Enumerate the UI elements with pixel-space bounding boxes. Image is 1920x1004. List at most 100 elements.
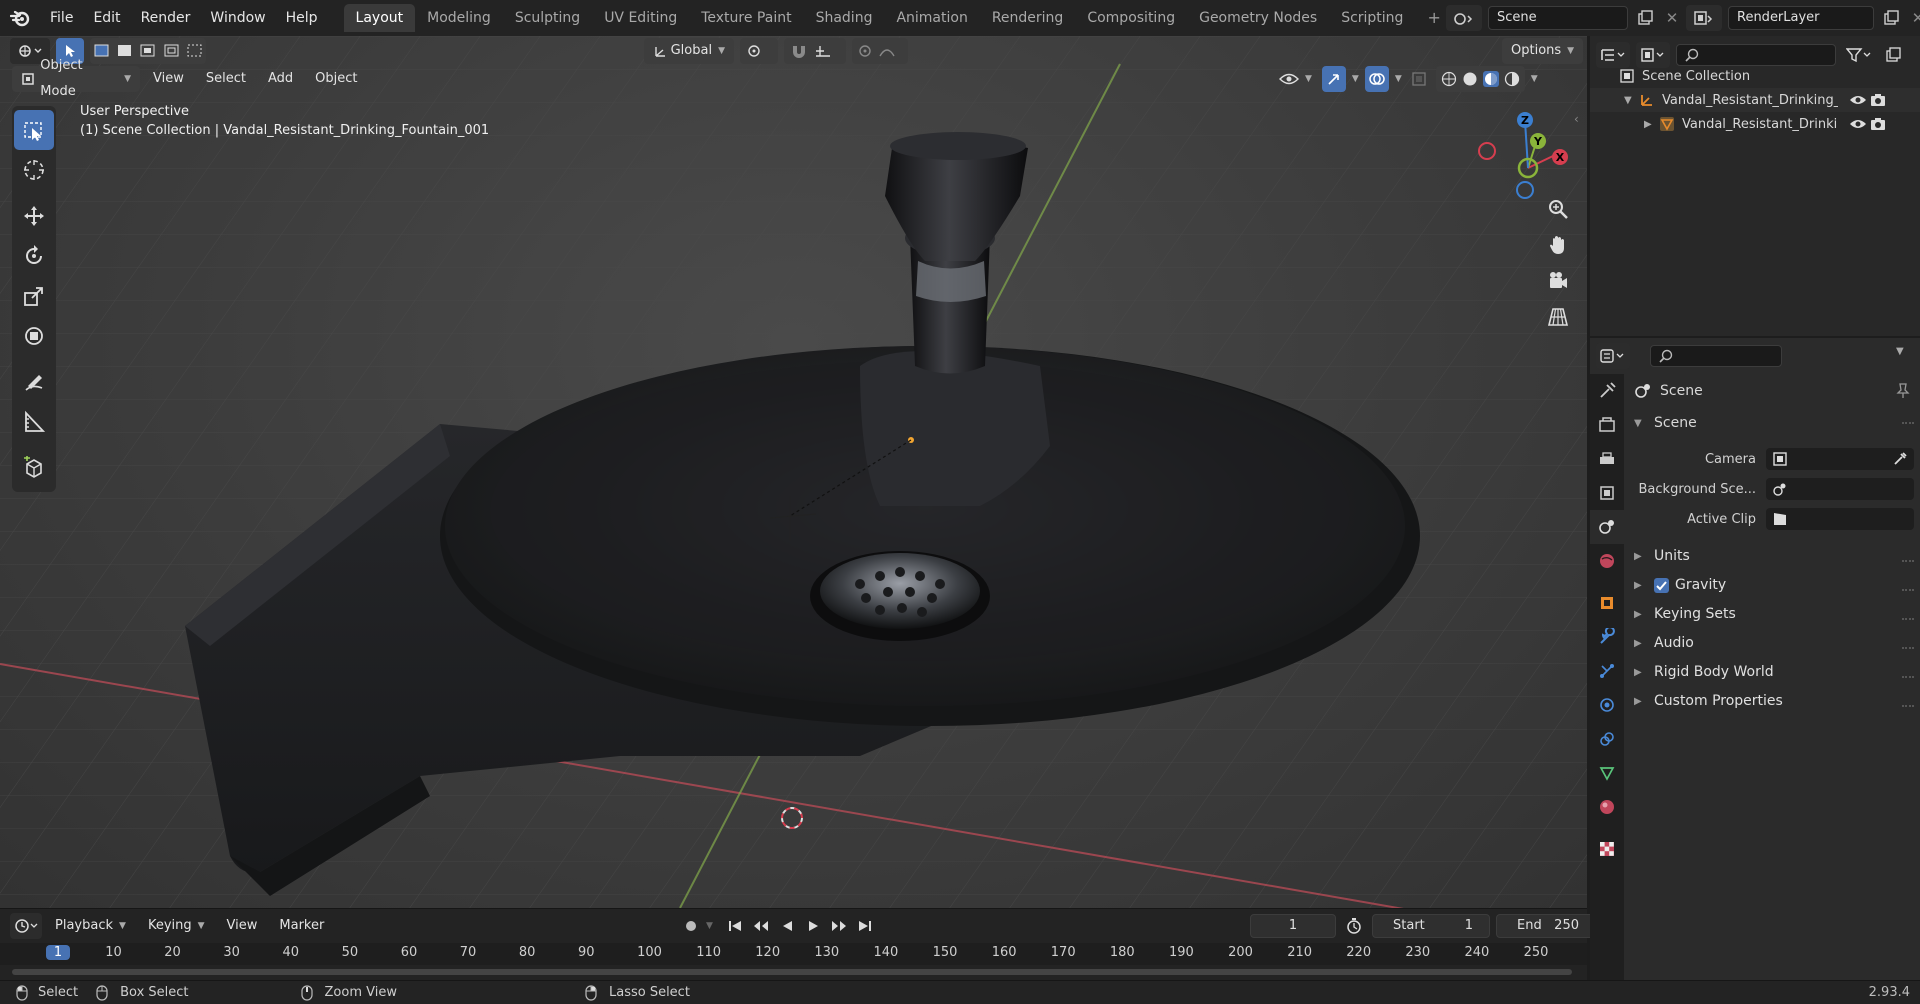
scene-selector-icon[interactable] <box>1446 5 1482 31</box>
tab-texture[interactable] <box>1590 832 1624 866</box>
transform-orientation-dropdown[interactable]: Global ▼ <box>644 38 734 64</box>
pan-view-button[interactable] <box>1543 230 1573 260</box>
panel-drag-grip[interactable] <box>1902 647 1914 653</box>
tab-sculpting[interactable]: Sculpting <box>503 4 592 32</box>
section-units[interactable]: ▶ Units <box>1634 548 1690 564</box>
add-menu[interactable]: Add <box>259 66 302 92</box>
timeline-editor-type[interactable] <box>10 913 42 939</box>
outliner-search-input[interactable] <box>1676 44 1836 66</box>
3d-viewport[interactable]: Global ▼ Options ▼ Object Mode ▼ View Se… <box>0 36 1587 908</box>
outliner-root-row[interactable]: Scene Collection <box>1590 64 1920 88</box>
gravity-checkbox[interactable] <box>1654 577 1669 593</box>
section-custom-properties[interactable]: ▶ Custom Properties <box>1634 693 1783 709</box>
render-camera-icon[interactable] <box>1868 93 1888 107</box>
tab-object[interactable] <box>1590 586 1624 620</box>
material-preview-shading-icon[interactable] <box>1482 71 1499 87</box>
view-menu[interactable]: View <box>144 66 193 92</box>
snapping-controls[interactable] <box>784 38 846 64</box>
properties-options-icon[interactable]: ▼ <box>1896 346 1904 357</box>
menu-help[interactable]: Help <box>276 0 328 36</box>
tab-scripting[interactable]: Scripting <box>1329 4 1415 32</box>
tab-modeling[interactable]: Modeling <box>415 4 503 32</box>
camera-field[interactable] <box>1766 448 1914 470</box>
select-menu[interactable]: Select <box>197 66 255 92</box>
solid-shading-icon[interactable] <box>1462 71 1478 87</box>
visibility-eye-icon[interactable] <box>1848 118 1868 130</box>
tab-world[interactable] <box>1590 544 1624 578</box>
cursor-tool[interactable] <box>12 150 56 190</box>
tab-uv-editing[interactable]: UV Editing <box>592 4 689 32</box>
play-reverse-icon[interactable] <box>776 915 798 937</box>
background-scene-field[interactable] <box>1766 478 1914 500</box>
current-frame-field[interactable]: 1 <box>1250 914 1336 938</box>
jump-to-start-icon[interactable] <box>724 915 746 937</box>
jump-to-keyframe-forward-icon[interactable] <box>828 915 850 937</box>
play-icon[interactable] <box>802 915 824 937</box>
menu-file[interactable]: File <box>40 0 83 36</box>
tab-modifiers[interactable] <box>1590 620 1624 654</box>
section-rigid-body-world[interactable]: ▶ Rigid Body World <box>1634 664 1774 680</box>
new-scene-icon[interactable] <box>1634 7 1656 29</box>
panel-drag-grip[interactable] <box>1902 618 1914 624</box>
tab-data[interactable] <box>1590 756 1624 790</box>
scene-panel-header[interactable]: ▼ Scene <box>1626 410 1920 436</box>
panel-drag-grip[interactable] <box>1902 422 1914 428</box>
tab-material[interactable] <box>1590 790 1624 824</box>
end-frame-field[interactable]: End 250 <box>1496 914 1596 938</box>
shading-modes[interactable] <box>1435 66 1525 92</box>
jump-to-keyframe-back-icon[interactable] <box>750 915 772 937</box>
panel-drag-grip[interactable] <box>1902 705 1914 711</box>
delete-view-layer-icon[interactable]: ✕ <box>1908 7 1920 29</box>
properties-search-input[interactable] <box>1650 345 1782 367</box>
camera-view-button[interactable] <box>1543 266 1573 296</box>
section-keying-sets[interactable]: ▶ Keying Sets <box>1634 606 1736 622</box>
tab-render[interactable] <box>1590 408 1624 442</box>
overlays-toggle[interactable] <box>1364 66 1389 92</box>
move-tool[interactable] <box>12 196 56 236</box>
options-dropdown[interactable]: Options ▼ <box>1502 38 1584 64</box>
tab-compositing[interactable]: Compositing <box>1075 4 1187 32</box>
outliner-item-empty[interactable]: ▼ Vandal_Resistant_Drinking_F <box>1590 88 1920 112</box>
pivot-point-dropdown[interactable] <box>740 38 778 64</box>
tab-animation[interactable]: Animation <box>884 4 979 32</box>
measure-tool[interactable] <box>12 402 56 442</box>
jump-to-end-icon[interactable] <box>854 915 876 937</box>
render-layer-field[interactable]: RenderLayer <box>1728 6 1874 30</box>
panel-drag-grip[interactable] <box>1902 560 1914 566</box>
scene-name-field[interactable]: Scene <box>1488 6 1628 30</box>
expand-right-icon[interactable]: ▶ <box>1644 119 1658 130</box>
eyedropper-icon[interactable] <box>1892 451 1908 467</box>
neg-z-axis-handle[interactable] <box>1516 181 1534 199</box>
xray-toggle[interactable] <box>1408 66 1430 92</box>
menu-window[interactable]: Window <box>200 0 275 36</box>
pin-icon[interactable] <box>1896 383 1910 399</box>
panel-drag-grip[interactable] <box>1902 589 1914 595</box>
delete-scene-icon[interactable]: ✕ <box>1662 7 1682 29</box>
active-clip-field[interactable] <box>1766 508 1914 530</box>
zoom-view-button[interactable] <box>1543 194 1573 224</box>
panel-drag-grip[interactable] <box>1902 676 1914 682</box>
select-box-tool[interactable] <box>14 110 54 150</box>
gizmos-toggle[interactable] <box>1321 66 1346 92</box>
marker-menu[interactable]: Marker <box>270 913 333 939</box>
tab-texture-paint[interactable]: Texture Paint <box>689 4 803 32</box>
scale-tool[interactable] <box>12 276 56 316</box>
proportional-editing-controls[interactable] <box>852 38 908 64</box>
sidebar-toggle-icon[interactable]: ‹ <box>1574 112 1579 126</box>
visibility-eye-icon[interactable] <box>1848 94 1868 106</box>
tab-shading[interactable]: Shading <box>804 4 885 32</box>
tab-tool[interactable] <box>1590 374 1624 408</box>
tab-rendering[interactable]: Rendering <box>980 4 1076 32</box>
blender-logo-icon[interactable] <box>0 0 40 36</box>
menu-edit[interactable]: Edit <box>83 0 130 36</box>
outliner-item-mesh[interactable]: ▶ Vandal_Resistant_Drinkir <box>1590 112 1920 136</box>
keying-menu[interactable]: Keying ▼ <box>139 913 214 939</box>
tab-physics[interactable] <box>1590 688 1624 722</box>
properties-editor-type[interactable] <box>1596 343 1630 369</box>
wireframe-shading-icon[interactable] <box>1441 71 1457 87</box>
menu-render[interactable]: Render <box>131 0 201 36</box>
timeline-scrollbar[interactable] <box>12 969 1572 975</box>
playback-menu[interactable]: Playback ▼ <box>46 913 135 939</box>
mode-dropdown[interactable]: Object Mode ▼ <box>12 58 140 99</box>
tab-geometry-nodes[interactable]: Geometry Nodes <box>1187 4 1329 32</box>
